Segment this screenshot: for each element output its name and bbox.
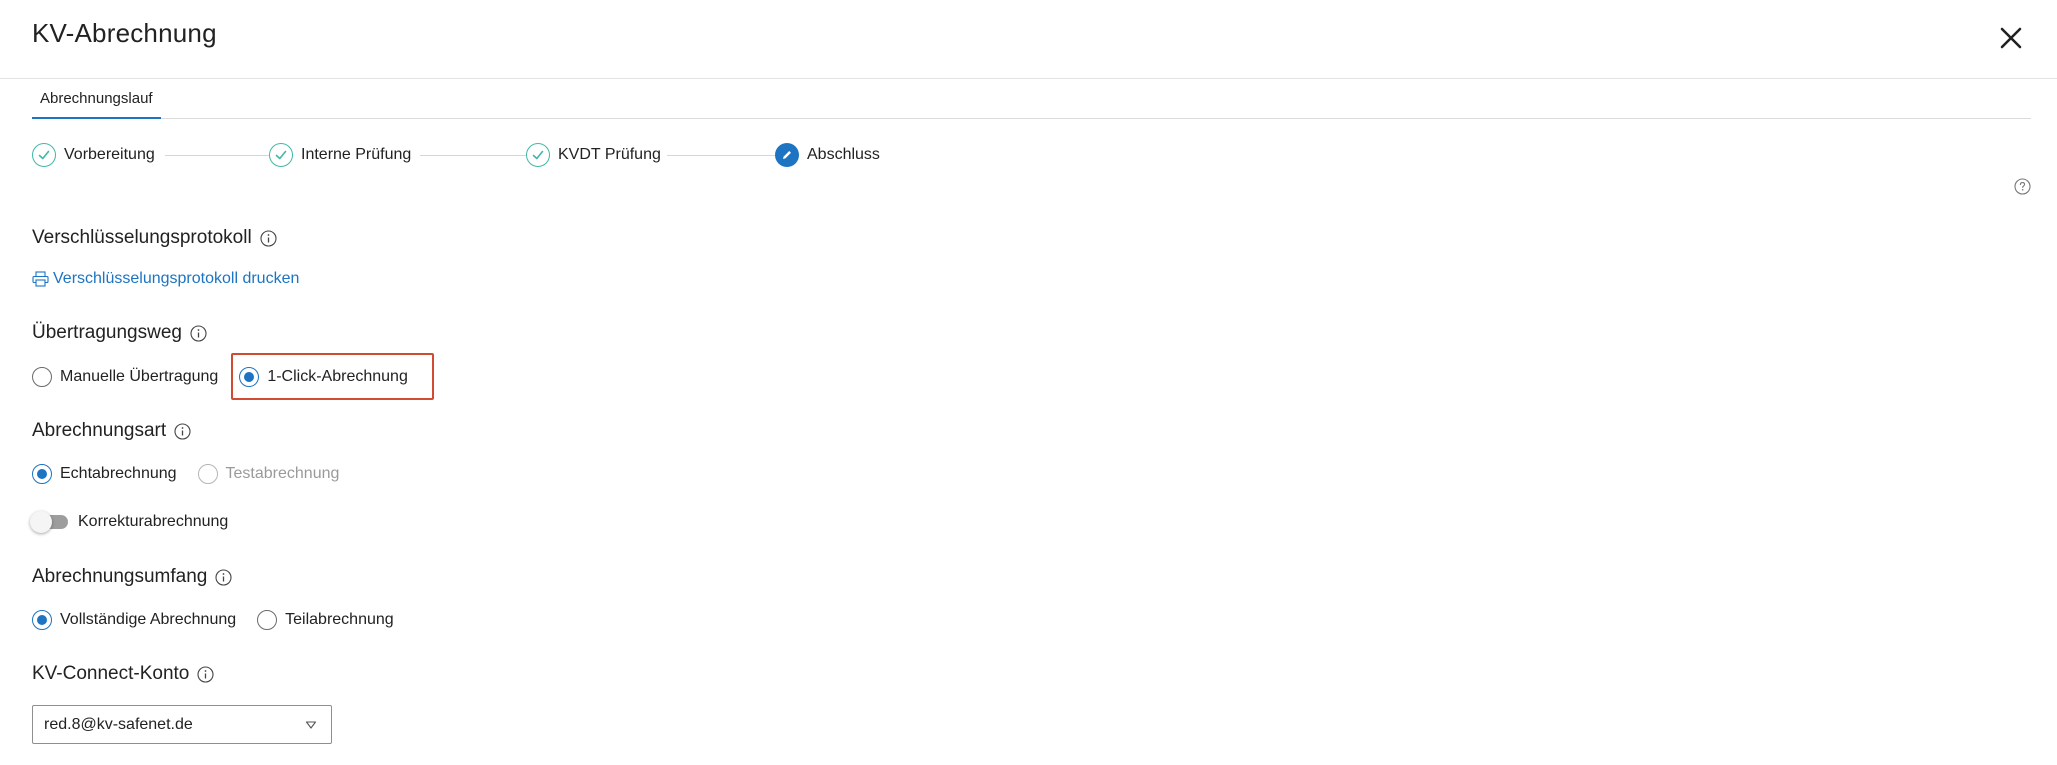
step-label: Interne Prüfung	[301, 146, 412, 163]
radio-label: Echtabrechnung	[60, 465, 177, 482]
printer-icon	[32, 271, 49, 287]
radio-real-billing[interactable]: Echtabrechnung	[32, 464, 177, 484]
toggle-knob	[30, 511, 52, 533]
radio-label: Testabrechnung	[225, 465, 340, 482]
radio-circle	[32, 367, 52, 387]
check-icon	[32, 143, 56, 167]
radio-circle	[257, 610, 278, 630]
radio-test-billing[interactable]: Testabrechnung	[197, 464, 340, 484]
close-button[interactable]	[1993, 20, 2029, 56]
step-vorbereitung: Vorbereitung	[32, 142, 155, 168]
step-interne-pruefung: Interne Prüfung	[269, 142, 411, 168]
radio-label: Manuelle Übertragung	[60, 368, 219, 385]
pencil-icon	[775, 143, 799, 167]
info-icon[interactable]	[260, 229, 277, 247]
info-icon[interactable]	[215, 568, 232, 586]
radio-circle	[197, 464, 218, 484]
close-icon	[2000, 27, 2022, 49]
check-icon	[526, 143, 550, 167]
radio-circle	[239, 367, 260, 387]
step-kvdt-pruefung: KVDT Prüfung	[526, 142, 661, 168]
correction-toggle[interactable]	[30, 511, 68, 533]
kv-connect-account-select[interactable]: red.8@kv-safenet.de	[32, 705, 332, 744]
section-heading: Abrechnungsumfang	[32, 566, 208, 587]
info-icon[interactable]	[190, 324, 207, 342]
print-link-label: Verschlüsselungsprotokoll drucken	[53, 270, 300, 287]
correction-toggle-row: Korrekturabrechnung	[30, 509, 229, 535]
chevron-down-icon	[305, 721, 317, 729]
info-icon[interactable]	[174, 422, 191, 440]
dialog-title: KV-Abrechnung	[32, 18, 217, 48]
section-heading: Übertragungsweg	[32, 322, 182, 343]
section-heading: KV-Connect-Konto	[32, 663, 190, 684]
toggle-label: Korrekturabrechnung	[78, 513, 229, 530]
section-transfer: Übertragungsweg	[32, 322, 207, 344]
radio-label: Vollständige Abrechnung	[60, 611, 237, 628]
section-heading: Abrechnungsart	[32, 420, 167, 441]
section-billing-type: Abrechnungsart	[32, 420, 191, 442]
step-label: Vorbereitung	[64, 146, 155, 163]
billing-type-radio-group: Echtabrechnung Testabrechnung	[32, 462, 339, 486]
radio-label: 1-Click-Abrechnung	[267, 368, 408, 385]
radio-partial-billing[interactable]: Teilabrechnung	[257, 610, 394, 630]
tab-bar: Abrechnungslauf	[32, 80, 2031, 119]
radio-circle	[32, 464, 52, 484]
radio-manual-transfer[interactable]: Manuelle Übertragung	[32, 367, 218, 387]
step-label: KVDT Prüfung	[558, 146, 661, 163]
section-heading: Verschlüsselungsprotokoll	[32, 227, 252, 248]
transfer-radio-group: Manuelle Übertragung 1-Click-Abrechnung	[32, 365, 408, 389]
step-abschluss: Abschluss	[775, 142, 880, 168]
radio-one-click-billing[interactable]: 1-Click-Abrechnung	[239, 367, 408, 387]
step-label: Abschluss	[807, 146, 880, 163]
print-encryption-protocol-link[interactable]: Verschlüsselungsprotokoll drucken	[32, 270, 299, 288]
radio-full-billing[interactable]: Vollständige Abrechnung	[32, 610, 236, 630]
dialog-header: KV-Abrechnung	[0, 0, 2057, 79]
radio-label: Teilabrechnung	[285, 611, 394, 628]
section-scope: Abrechnungsumfang	[32, 566, 232, 588]
section-encryption: Verschlüsselungsprotokoll	[32, 227, 277, 249]
scope-radio-group: Vollständige Abrechnung Teilabrechnung	[32, 608, 394, 632]
info-icon[interactable]	[197, 665, 214, 683]
tab-abrechnungslauf[interactable]: Abrechnungslauf	[32, 80, 161, 119]
help-icon[interactable]	[2014, 178, 2031, 195]
progress-stepper: Vorbereitung Interne Prüfung KVDT Prüfun…	[32, 142, 1032, 168]
section-account: KV-Connect-Konto	[32, 663, 214, 685]
check-icon	[269, 143, 293, 167]
radio-circle	[32, 610, 52, 630]
select-value: red.8@kv-safenet.de	[44, 716, 193, 733]
